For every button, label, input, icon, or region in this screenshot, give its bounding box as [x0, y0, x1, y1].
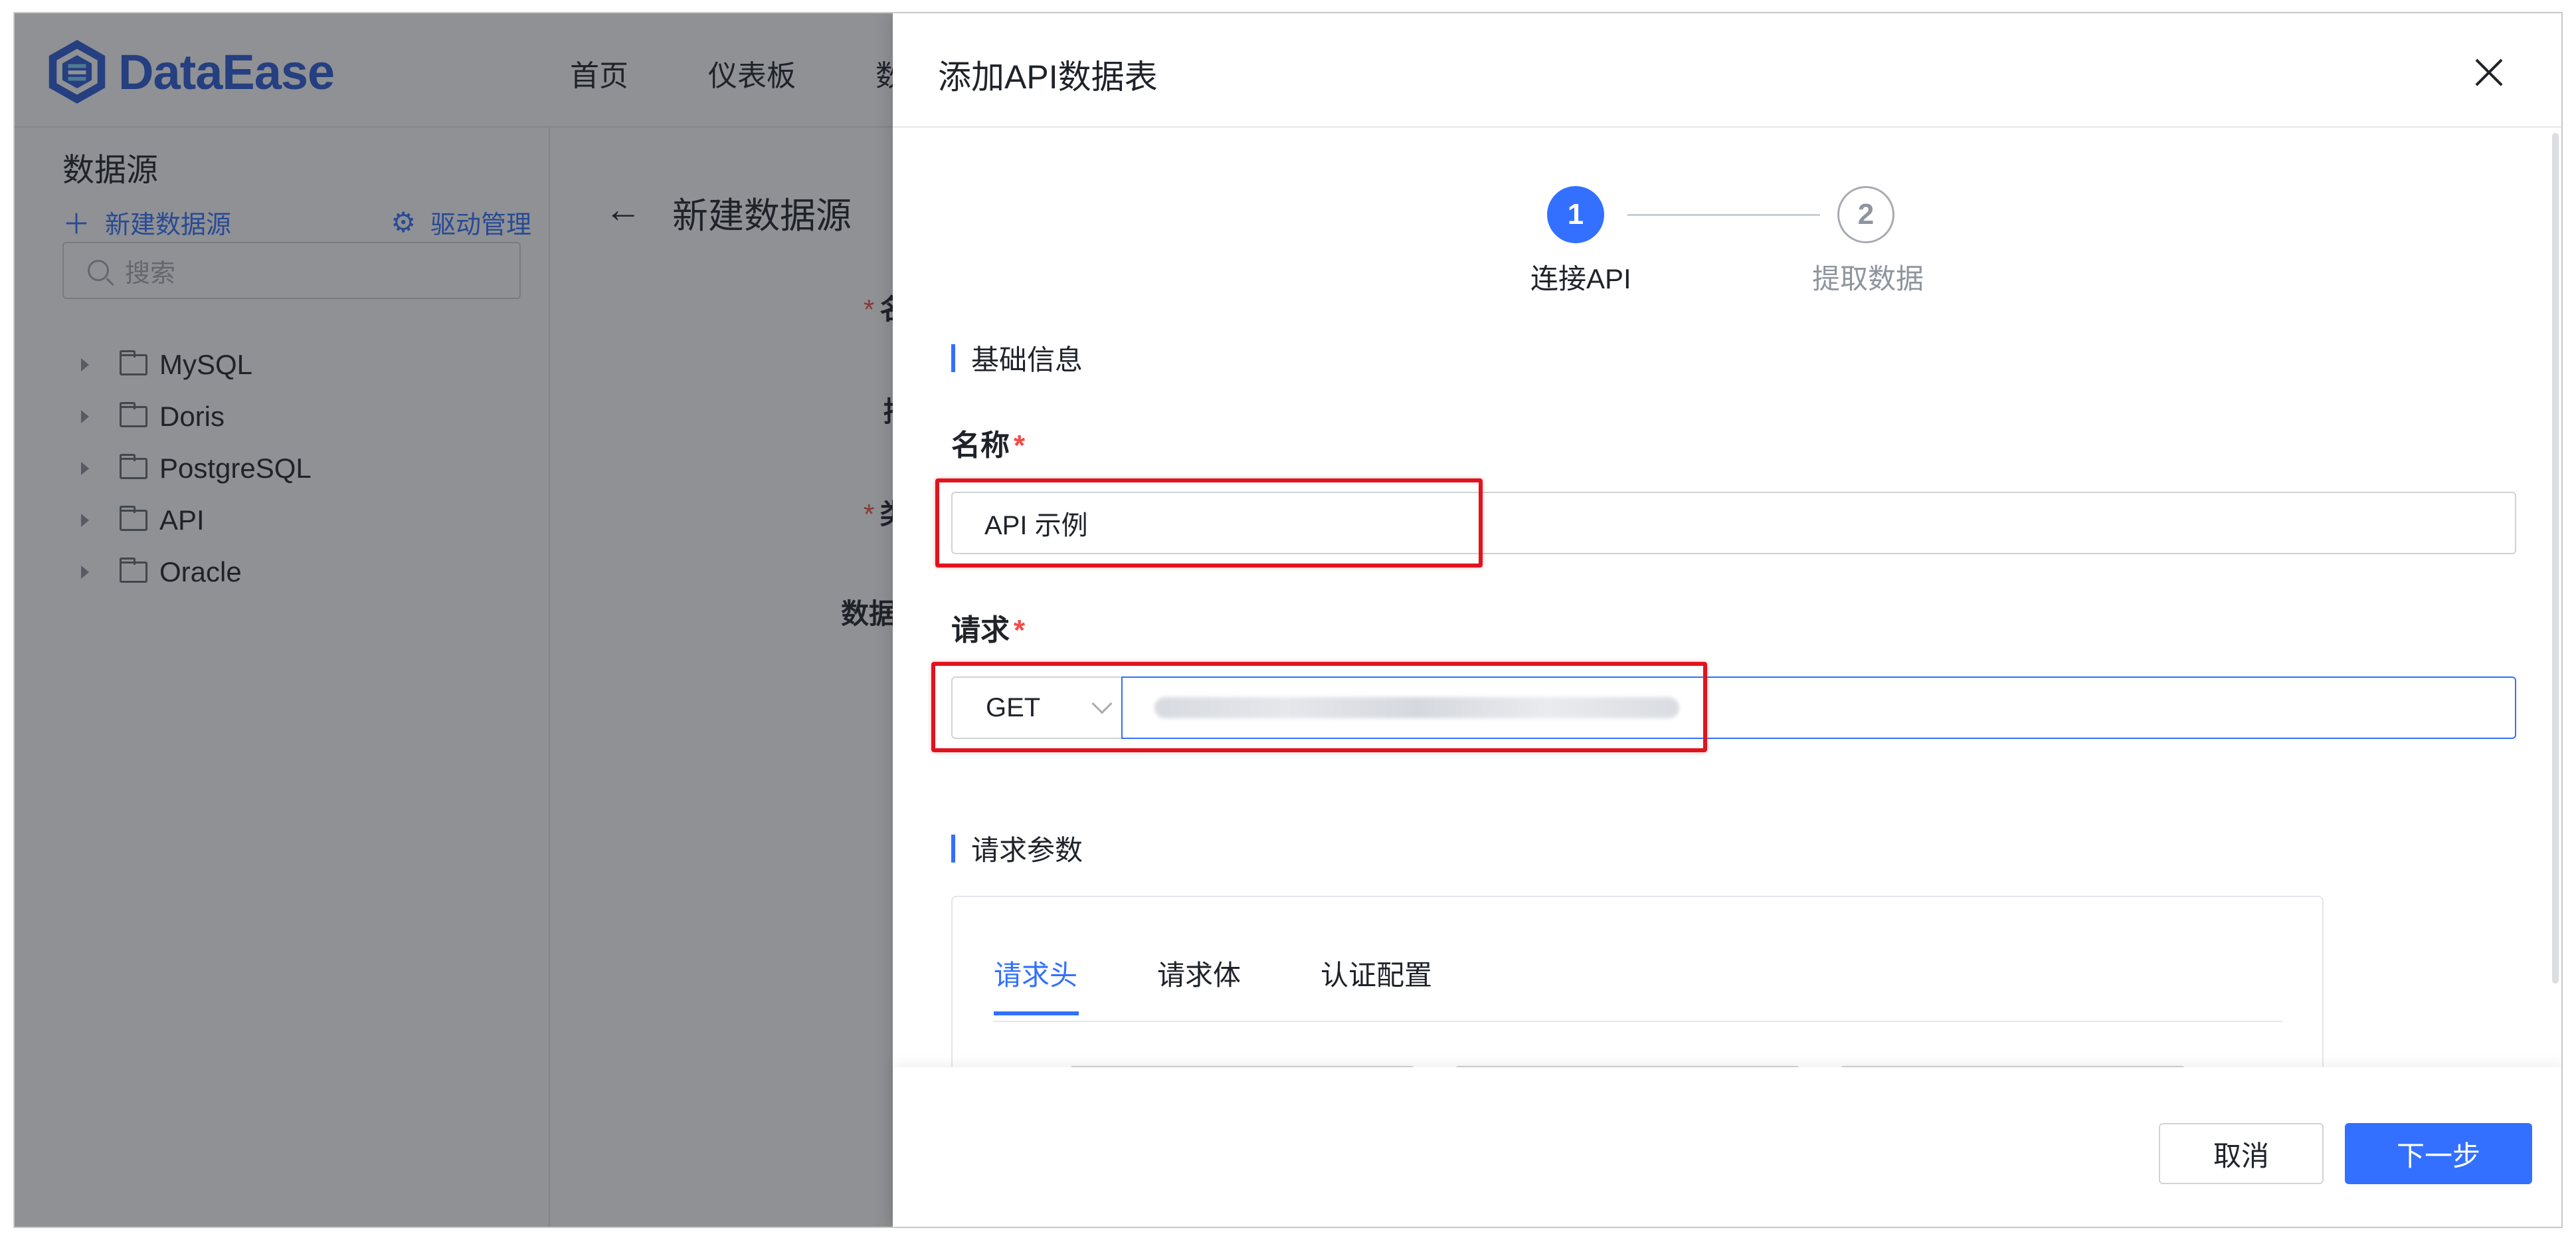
highlight-box-request: [931, 662, 1707, 752]
name-label: 名称 *: [951, 429, 1026, 462]
close-icon[interactable]: [2474, 57, 2504, 88]
tab-body[interactable]: 请求体: [1157, 953, 1241, 993]
app-window: DataEase 首页 仪表板 数 数据源 ＋ 新建数据源 ⚙ 驱动管理 搜索: [13, 12, 2563, 1228]
step-2-circle: 2: [1837, 186, 1894, 243]
section-bar: [951, 834, 955, 863]
tab-auth[interactable]: 认证配置: [1321, 953, 1432, 993]
request-label: 请求 *: [951, 614, 1026, 647]
highlight-box-name: [935, 478, 1483, 568]
step-connector: [1627, 214, 1820, 216]
section-request-params: 请求参数: [951, 828, 1083, 869]
tab-active-indicator: [994, 1011, 1079, 1015]
tab-headers[interactable]: 请求头: [994, 953, 1077, 993]
drawer-header: 添加API数据表: [893, 13, 2561, 128]
step-1-label: 连接API: [1530, 263, 1631, 294]
drawer-title: 添加API数据表: [938, 58, 1158, 96]
step-2-label: 提取数据: [1812, 263, 1924, 294]
step-1-circle: 1: [1547, 186, 1604, 243]
section-bar: [951, 344, 955, 372]
next-step-button[interactable]: 下一步: [2345, 1123, 2532, 1184]
cancel-button[interactable]: 取消: [2159, 1123, 2324, 1184]
drawer-footer: 取消 下一步: [893, 1067, 2561, 1227]
scrollbar[interactable]: [2552, 133, 2559, 983]
params-tabs: 请求头 请求体 认证配置: [994, 953, 2282, 1022]
section-basic-info: 基础信息: [951, 338, 1083, 378]
